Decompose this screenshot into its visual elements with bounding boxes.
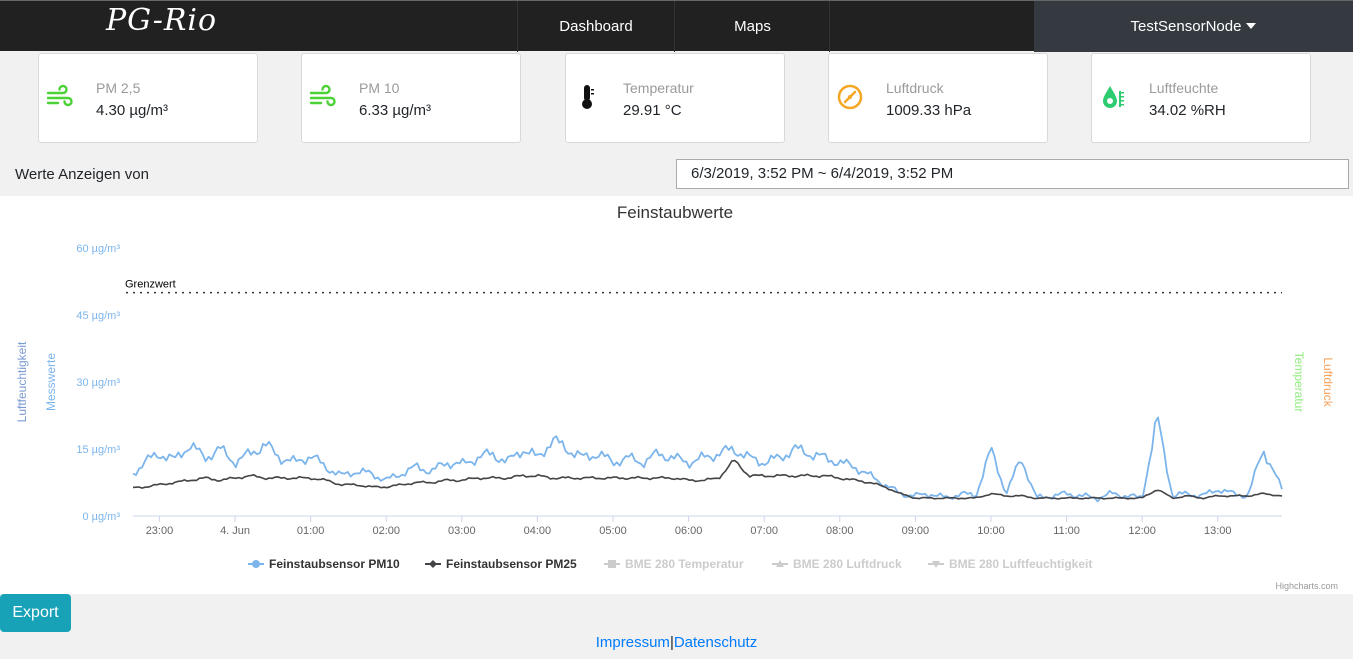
y-axis-label-temperatur: Temperatur bbox=[1292, 352, 1306, 413]
x-tick-label: 23:00 bbox=[146, 525, 174, 537]
x-tick-label: 4. Jun bbox=[220, 525, 250, 537]
card-label: Temperatur bbox=[623, 80, 694, 96]
card-pm25: PM 2,5 4.30 µg/m³ bbox=[38, 53, 258, 143]
card-luftdruck: Luftdruck 1009.33 hPa bbox=[828, 53, 1048, 143]
datenschutz-link[interactable]: Datenschutz bbox=[674, 634, 757, 651]
chart-credits[interactable]: Highcharts.com bbox=[1275, 581, 1338, 591]
user-dropdown[interactable]: TestSensorNode bbox=[1034, 1, 1353, 52]
legend-item[interactable]: Feinstaubsensor PM10 bbox=[248, 557, 400, 571]
card-label: Luftfeuchte bbox=[1149, 80, 1219, 96]
x-tick-label: 09:00 bbox=[902, 525, 930, 537]
x-tick-label: 12:00 bbox=[1128, 525, 1156, 537]
x-tick-label: 06:00 bbox=[675, 525, 703, 537]
export-button[interactable]: Export bbox=[0, 594, 71, 632]
card-temperatur: Temperatur 29.91 °C bbox=[565, 53, 785, 143]
x-tick-label: 01:00 bbox=[297, 525, 325, 537]
x-tick-label: 02:00 bbox=[372, 525, 400, 537]
legend-item[interactable]: BME 280 Temperatur bbox=[604, 557, 744, 571]
legend-label: BME 280 Temperatur bbox=[625, 557, 744, 571]
legend-label: BME 280 Luftfeuchtigkeit bbox=[949, 557, 1092, 571]
legend-label: BME 280 Luftdruck bbox=[793, 557, 902, 571]
humidity-icon bbox=[1103, 86, 1124, 108]
top-navbar: PG-Rio Dashboard Maps TestSensorNode bbox=[0, 0, 1353, 52]
footer: Impressum|Datenschutz bbox=[0, 634, 1353, 651]
y-tick-label: 30 µg/m³ bbox=[76, 377, 120, 389]
user-name: TestSensorNode bbox=[1130, 18, 1242, 35]
y-axis-label-messwerte: Messwerte bbox=[44, 353, 58, 411]
y-axis-label-luftfeuchtigkeit: Luftfeuchtigkeit bbox=[15, 341, 29, 422]
date-range-input[interactable]: 6/3/2019, 3:52 PM ~ 6/4/2019, 3:52 PM bbox=[676, 159, 1349, 189]
chart-title: Feinstaubwerte bbox=[617, 203, 733, 222]
impressum-link[interactable]: Impressum bbox=[596, 634, 670, 651]
gauge-icon bbox=[837, 84, 863, 110]
thermometer-icon bbox=[582, 85, 594, 109]
card-value: 29.91 °C bbox=[623, 102, 682, 119]
card-label: PM 2,5 bbox=[96, 80, 141, 96]
legend-label: Feinstaubsensor PM10 bbox=[269, 557, 400, 571]
brand-logo[interactable]: PG-Rio bbox=[106, 3, 217, 38]
y-tick-label: 15 µg/m³ bbox=[76, 444, 120, 456]
x-tick-label: 03:00 bbox=[448, 525, 476, 537]
legend-marker bbox=[608, 560, 616, 568]
y-tick-label: 0 µg/m³ bbox=[82, 511, 120, 523]
range-label: Werte Anzeigen von bbox=[15, 166, 149, 183]
nav-maps[interactable]: Maps bbox=[676, 1, 830, 52]
x-tick-label: 13:00 bbox=[1204, 525, 1232, 537]
nav-dashboard[interactable]: Dashboard bbox=[517, 1, 675, 52]
x-tick-label: 11:00 bbox=[1053, 525, 1080, 537]
legend-label: Feinstaubsensor PM25 bbox=[446, 557, 577, 571]
legend-item[interactable]: BME 280 Luftfeuchtigkeit bbox=[928, 557, 1092, 571]
card-luftfeuchte: Luftfeuchte 34.02 %RH bbox=[1091, 53, 1311, 143]
x-tick-label: 10:00 bbox=[977, 525, 1005, 537]
wind-icon bbox=[309, 84, 336, 107]
x-tick-label: 07:00 bbox=[750, 525, 778, 537]
legend-marker bbox=[252, 560, 260, 568]
card-label: PM 10 bbox=[359, 80, 400, 96]
y-tick-label: 60 µg/m³ bbox=[76, 243, 120, 255]
card-value: 4.30 µg/m³ bbox=[96, 102, 169, 119]
series-line-pm10[interactable] bbox=[132, 416, 1283, 503]
card-value: 1009.33 hPa bbox=[886, 102, 972, 119]
x-tick-label: 04:00 bbox=[524, 525, 552, 537]
threshold-label: Grenzwert bbox=[125, 279, 176, 291]
card-value: 6.33 µg/m³ bbox=[359, 102, 432, 119]
chart-svg: Feinstaubwerte Luftfeuchtigkeit Messwert… bbox=[15, 203, 1338, 591]
wind-icon bbox=[46, 84, 73, 107]
legend-item[interactable]: BME 280 Luftdruck bbox=[772, 557, 902, 571]
chart-container: Feinstaubwerte Luftfeuchtigkeit Messwert… bbox=[0, 196, 1353, 594]
x-tick-label: 05:00 bbox=[599, 525, 627, 537]
legend-marker bbox=[429, 560, 437, 568]
card-label: Luftdruck bbox=[886, 80, 944, 96]
y-tick-label: 45 µg/m³ bbox=[76, 310, 120, 322]
card-value: 34.02 %RH bbox=[1149, 102, 1226, 119]
y-axis-label-luftdruck: Luftdruck bbox=[1321, 357, 1335, 407]
legend-item[interactable]: Feinstaubsensor PM25 bbox=[425, 557, 577, 571]
card-pm10: PM 10 6.33 µg/m³ bbox=[301, 53, 521, 143]
caret-down-icon bbox=[1246, 23, 1257, 29]
series-line-pm25[interactable] bbox=[132, 459, 1283, 500]
x-tick-label: 08:00 bbox=[826, 525, 854, 537]
